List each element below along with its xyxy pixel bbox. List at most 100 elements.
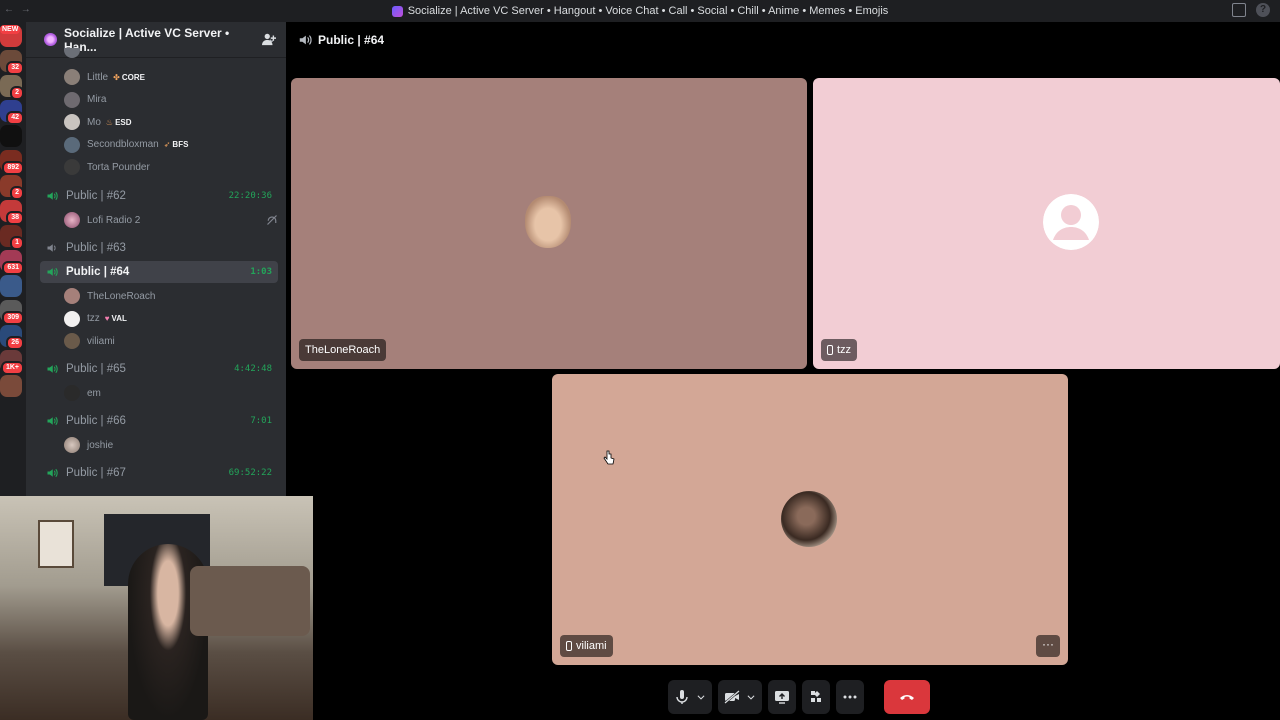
- voice-channel-label: Public | #66: [66, 415, 126, 427]
- channel-member[interactable]: TheLoneRoach: [64, 285, 155, 307]
- microphone-icon[interactable]: [674, 689, 690, 705]
- speaker-icon: [299, 35, 312, 45]
- mobile-icon: [566, 641, 572, 651]
- screen-share-icon[interactable]: [774, 689, 790, 705]
- server-icon[interactable]: [0, 275, 22, 297]
- server-icon[interactable]: 26: [0, 325, 24, 350]
- server-icon[interactable]: 2: [0, 75, 24, 100]
- speaker-icon: [47, 468, 58, 478]
- server-icon[interactable]: [0, 125, 22, 147]
- inbox-icon[interactable]: [1232, 3, 1246, 17]
- more-options-button[interactable]: ···: [1036, 635, 1060, 657]
- channel-member[interactable]: Lofi Radio 2: [64, 209, 278, 231]
- camera-control[interactable]: [718, 680, 762, 714]
- call-timer: 7:01: [250, 416, 272, 426]
- server-tag-label: BFS: [172, 140, 189, 150]
- channel-member[interactable]: joshie: [64, 434, 113, 456]
- server-tag-icon: ➶: [163, 140, 171, 150]
- server-icon[interactable]: 38: [0, 200, 24, 225]
- participant-name: tzz: [837, 344, 852, 356]
- nav-arrows-icon[interactable]: ← →: [4, 4, 33, 15]
- channel-sidebar: Socialize | Active VC Server • Han... ⌄ …: [26, 22, 286, 496]
- hand-cursor-icon: [603, 450, 615, 465]
- help-icon[interactable]: ?: [1256, 3, 1270, 17]
- avatar: [64, 333, 80, 350]
- channel-member[interactable]: Secondbloxman ➶ BFS: [64, 134, 188, 156]
- member-name: tzz: [87, 313, 100, 325]
- member-name: Little: [87, 71, 109, 83]
- server-tag-label: ESD: [115, 117, 132, 127]
- server-icon[interactable]: 1K+: [0, 350, 24, 375]
- activities-button[interactable]: [802, 680, 830, 714]
- participant-name-tag: TheLoneRoach: [299, 339, 387, 361]
- avatar: [64, 136, 80, 153]
- disconnect-button[interactable]: [884, 680, 930, 714]
- chevron-down-icon[interactable]: [746, 689, 756, 705]
- channel-member[interactable]: viliami: [64, 330, 115, 352]
- hang-up-icon[interactable]: [899, 689, 915, 705]
- voice-channel-62[interactable]: Public | #62 22:20:36: [40, 185, 278, 207]
- server-icon[interactable]: 2: [0, 175, 24, 200]
- member-name: Lofi Radio 2: [87, 214, 141, 226]
- mention-badge: 309: [2, 311, 24, 325]
- member-name: Secondbloxman: [87, 139, 159, 151]
- more-button[interactable]: [836, 680, 864, 714]
- voice-channel-65[interactable]: Public | #65 4:42:48: [40, 358, 278, 380]
- participant-name-tag: viliami: [560, 635, 613, 657]
- channel-member[interactable]: Torta Pounder: [64, 156, 150, 178]
- member-name: TheLoneRoach: [87, 290, 156, 302]
- server-tag-label: CORE: [121, 72, 145, 82]
- window-title: Socialize | Active VC Server • Hangout •…: [407, 5, 889, 17]
- server-title-icon: [391, 5, 403, 17]
- camera-off-icon[interactable]: [724, 689, 740, 705]
- server-icon[interactable]: [0, 375, 22, 397]
- channel-member[interactable]: Mo ♨ ESD: [64, 111, 132, 133]
- invite-user-icon[interactable]: [262, 32, 276, 46]
- avatar: [64, 114, 80, 131]
- member-partial[interactable]: [64, 48, 87, 60]
- voice-channel-label: Public | #67: [66, 467, 126, 479]
- call-timer: 22:20:36: [228, 191, 272, 201]
- microphone-control[interactable]: [668, 680, 712, 714]
- server-icon[interactable]: NEW: [0, 25, 22, 47]
- mention-badge: 631: [2, 261, 24, 275]
- server-icon[interactable]: 892: [0, 150, 24, 175]
- participant-tile[interactable]: tzz: [813, 78, 1280, 369]
- voice-channel-66[interactable]: Public | #66 7:01: [40, 410, 278, 432]
- avatar: [781, 491, 837, 547]
- webcam-overlay: [0, 496, 313, 720]
- chevron-down-icon[interactable]: [696, 689, 706, 705]
- call-timer: 1:03: [250, 267, 272, 277]
- voice-channel-label: Public | #64: [66, 266, 130, 278]
- screen-share-button[interactable]: [768, 680, 796, 714]
- channel-member[interactable]: em: [64, 382, 101, 404]
- participant-tile[interactable]: viliami ···: [552, 374, 1068, 665]
- server-icon[interactable]: 32: [0, 50, 24, 75]
- more-horizontal-icon[interactable]: [842, 689, 858, 705]
- mention-badge: 42: [6, 111, 24, 125]
- participant-tile[interactable]: TheLoneRoach: [291, 78, 807, 369]
- participant-name: viliami: [576, 640, 607, 652]
- couch: [190, 566, 310, 636]
- activities-icon[interactable]: [808, 689, 824, 705]
- channel-member[interactable]: tzz ♥ VAL: [64, 308, 127, 330]
- server-tag-label: VAL: [111, 314, 127, 324]
- mobile-icon: [827, 345, 833, 355]
- deafened-icon: [267, 215, 277, 225]
- voice-channel-63[interactable]: Public | #63: [40, 237, 278, 259]
- server-icon[interactable]: 42: [0, 100, 24, 125]
- channel-member[interactable]: Little ✤ CORE: [64, 66, 145, 88]
- voice-channel-64[interactable]: Public | #64 1:03: [40, 261, 278, 283]
- new-badge: NEW: [0, 25, 21, 34]
- avatar: [64, 437, 80, 453]
- mention-badge: 892: [2, 161, 24, 175]
- voice-channel-67[interactable]: Public | #67 69:52:22: [40, 462, 278, 484]
- member-server-tag: ♥ VAL: [105, 314, 127, 323]
- server-icon[interactable]: 309: [0, 300, 24, 325]
- server-icon[interactable]: 631: [0, 250, 24, 275]
- server-icon[interactable]: 1: [0, 225, 24, 250]
- wall-frame: [38, 520, 74, 568]
- mention-badge: 32: [6, 61, 24, 75]
- channel-member[interactable]: Mira: [64, 89, 106, 111]
- voice-channel-label: Public | #65: [66, 363, 126, 375]
